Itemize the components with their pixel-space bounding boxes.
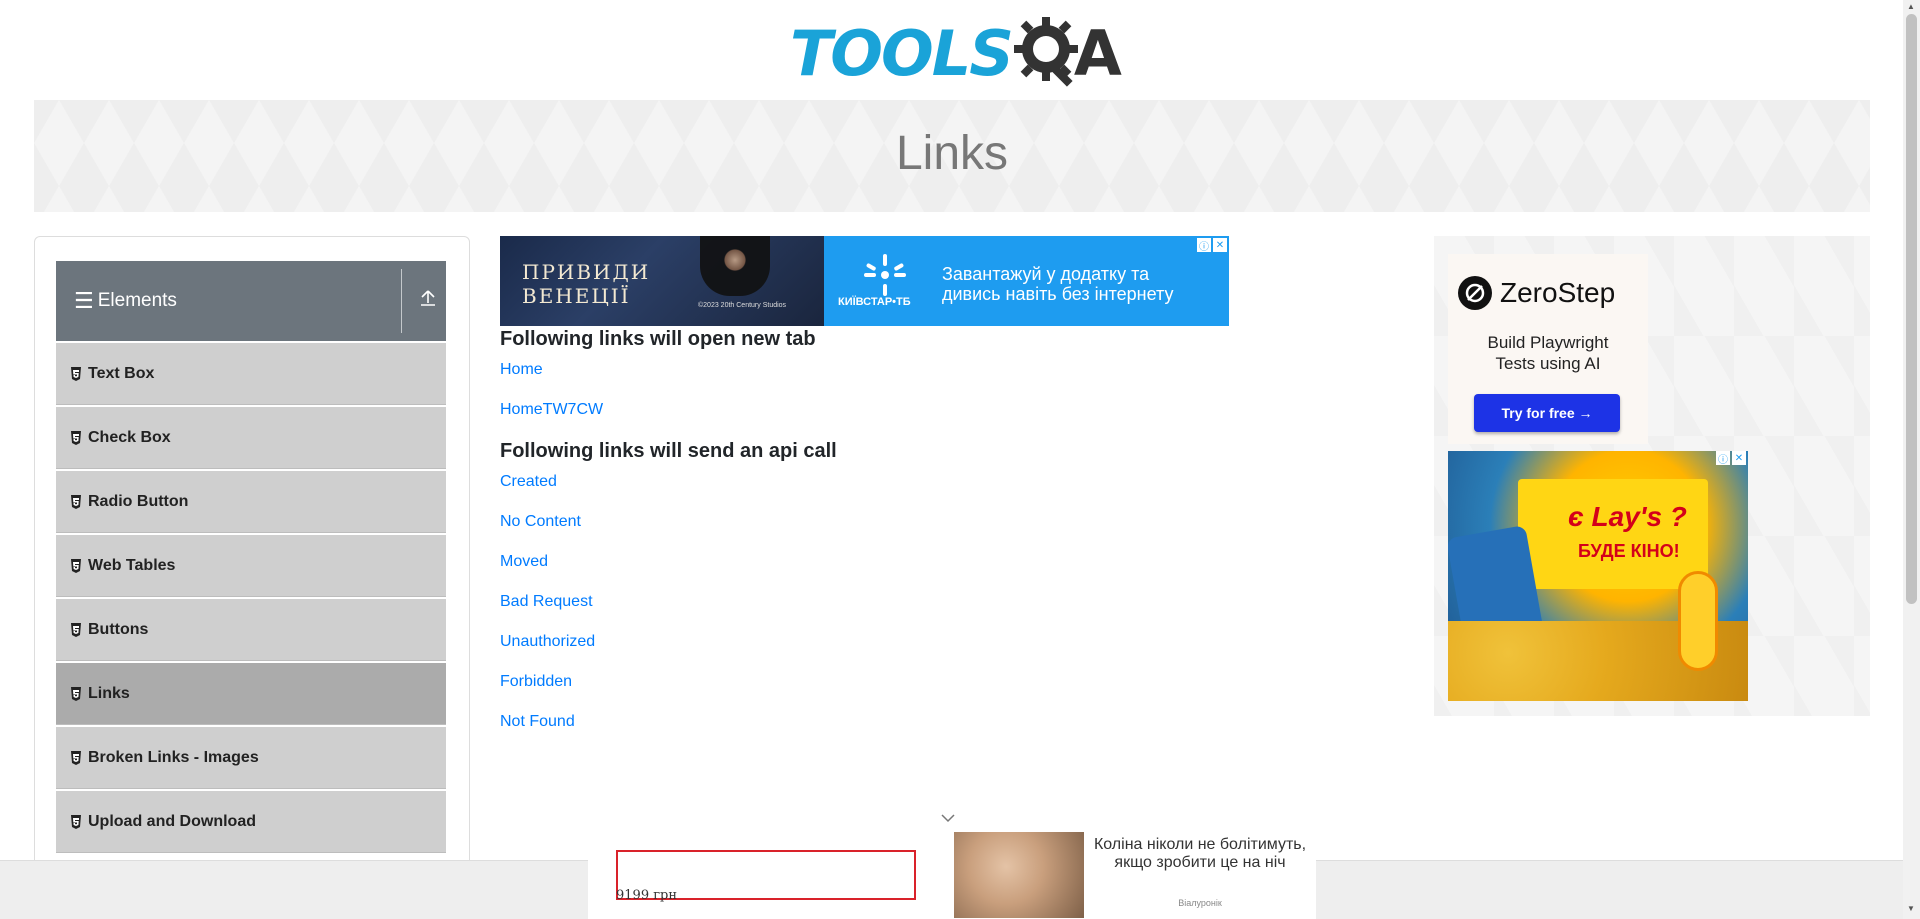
- ad-choices[interactable]: ⓘ ✕: [1197, 238, 1227, 253]
- sidebar-item-label: Check Box: [88, 428, 171, 446]
- logo-suffix: A: [1073, 16, 1122, 90]
- page-banner: Links: [34, 100, 1870, 212]
- knee-ad-image[interactable]: [954, 832, 1084, 918]
- sidebar-item-label: Broken Links - Images: [88, 748, 259, 766]
- zerostep-icon: [1458, 276, 1492, 310]
- logo-text: TOOLS: [790, 16, 1014, 90]
- sidebar-item-radio-button[interactable]: Radio Button: [56, 471, 446, 533]
- top-advertisement[interactable]: ПРИВИДИ ВЕНЕЦІЇ ©2023 20th Century Studi…: [500, 236, 1229, 326]
- html5-icon: [70, 814, 82, 829]
- lays-screen: [1518, 479, 1708, 589]
- movie-figure: [700, 236, 770, 296]
- elements-menu-list: Text Box Check Box Radio Button Web Tables B…: [56, 343, 446, 855]
- page-scrollbar[interactable]: ▲ ▼: [1903, 0, 1920, 919]
- html5-icon: [70, 430, 82, 445]
- bottom-advertisement[interactable]: 9199 грн Коліна ніколи не болітимуть, як…: [588, 830, 1316, 919]
- scrollbar-thumb[interactable]: [1906, 14, 1917, 604]
- new-tab-link-hometw7cw[interactable]: HomeTW7CW: [500, 401, 603, 419]
- new-tab-heading: Following links will open new tab: [500, 328, 816, 350]
- sidebar-item-label: Radio Button: [88, 492, 189, 510]
- zerostep-ad[interactable]: ZeroStep Build Playwright Tests using AI…: [1448, 254, 1648, 444]
- kyivstar-line1: Завантажуй у додатку та: [942, 264, 1150, 284]
- group-title: Elements: [97, 290, 177, 311]
- knee-ad-text[interactable]: Коліна ніколи не болітимуть, якщо зробит…: [1084, 832, 1316, 872]
- html5-icon: [70, 558, 82, 573]
- zerostep-logo: ZeroStep: [1458, 276, 1615, 310]
- sidebar-item-broken-links-images[interactable]: Broken Links - Images: [56, 727, 446, 789]
- sidebar-item-label: Text Box: [88, 364, 155, 382]
- sidebar-item-label: Links: [88, 684, 130, 702]
- chevron-down-icon[interactable]: [941, 812, 955, 826]
- html5-icon: [70, 686, 82, 701]
- scroll-up-arrow-icon[interactable]: ▲: [1907, 2, 1915, 11]
- elements-group-header[interactable]: ☰ Elements: [56, 261, 446, 341]
- sidebar-item-label: Buttons: [88, 620, 149, 638]
- sidebar-item-label: Upload and Download: [88, 812, 256, 830]
- sidebar-item-text-box[interactable]: Text Box: [56, 343, 446, 405]
- zerostep-tagline-line2: Tests using AI: [1495, 354, 1601, 373]
- api-link-moved[interactable]: Moved: [500, 553, 548, 571]
- api-link-bad-request[interactable]: Bad Request: [500, 593, 593, 611]
- toolsqa-logo[interactable]: TOOLS A: [790, 14, 1122, 92]
- collapse-arrow-icon[interactable]: [420, 289, 436, 312]
- header-divider: [401, 269, 402, 333]
- html5-icon: [70, 622, 82, 637]
- page-title: Links: [895, 127, 1009, 180]
- api-link-no-content[interactable]: No Content: [500, 513, 581, 531]
- lays-ad-close-icon[interactable]: ✕: [1732, 451, 1746, 465]
- html5-icon: [70, 366, 82, 381]
- kyivstar-brand: КИЇВСТАР•ТБ: [838, 296, 911, 308]
- sidebar-item-upload-and-download[interactable]: Upload and Download: [56, 791, 446, 853]
- movie-ad-image[interactable]: ПРИВИДИ ВЕНЕЦІЇ ©2023 20th Century Studi…: [500, 236, 824, 326]
- adchoices-info-icon[interactable]: ⓘ: [1197, 238, 1211, 253]
- api-link-forbidden[interactable]: Forbidden: [500, 673, 572, 691]
- sidebar-item-label: Web Tables: [88, 556, 176, 574]
- sidebar-item-links[interactable]: Links: [56, 663, 446, 725]
- kyivstar-line2: дивись навіть без інтернету: [942, 284, 1174, 304]
- html5-icon: [70, 750, 82, 765]
- movie-copyright: ©2023 20th Century Studios: [698, 302, 787, 309]
- lays-ad-choices[interactable]: ⓘ ✕: [1716, 451, 1746, 466]
- api-link-created[interactable]: Created: [500, 473, 557, 491]
- scroll-down-arrow-icon[interactable]: ▼: [1907, 904, 1915, 913]
- left-sidebar: ☰ Elements Text Box Check Box Radio Button…: [34, 236, 470, 919]
- sidebar-item-check-box[interactable]: Check Box: [56, 407, 446, 469]
- knee-ad-brand: Віалуронік: [1178, 898, 1222, 908]
- right-ad-column: ZeroStep Build Playwright Tests using AI…: [1434, 236, 1870, 716]
- movie-title-line2: ВЕНЕЦІЇ: [522, 284, 631, 308]
- page-root: TOOLS A Links ☰ Elements Text Box Check …: [0, 0, 1920, 919]
- hamburger-icon: ☰: [74, 288, 94, 313]
- lays-brand: є Lay's ?: [1568, 501, 1687, 532]
- try-for-free-button[interactable]: Try for free →: [1474, 394, 1620, 432]
- sidebar-item-web-tables[interactable]: Web Tables: [56, 535, 446, 597]
- zerostep-tagline-line1: Build Playwright: [1487, 333, 1609, 352]
- api-link-not-found[interactable]: Not Found: [500, 713, 575, 731]
- html5-icon: [70, 494, 82, 509]
- ad-close-icon[interactable]: ✕: [1213, 238, 1227, 252]
- movie-title-line1: ПРИВИДИ: [522, 260, 651, 284]
- gear-magnifier-icon: [1013, 15, 1080, 92]
- lays-adchoices-info-icon[interactable]: ⓘ: [1716, 451, 1730, 466]
- lays-remote: [1678, 571, 1718, 671]
- api-call-heading: Following links will send an api call: [500, 440, 837, 462]
- lays-ad[interactable]: є Lay's ? БУДЕ КІНО! ⓘ ✕: [1448, 451, 1748, 701]
- sidebar-item-buttons[interactable]: Buttons: [56, 599, 446, 661]
- api-link-unauthorized[interactable]: Unauthorized: [500, 633, 595, 651]
- zerostep-name: ZeroStep: [1500, 277, 1616, 308]
- kyivstar-ad[interactable]: КИЇВСТАР•ТБ Завантажуй у додатку та диви…: [824, 236, 1229, 326]
- zerostep-tagline: Build Playwright Tests using AI: [1448, 332, 1648, 374]
- ad-price: 9199 грн: [616, 888, 678, 903]
- lays-kino: БУДЕ КІНО!: [1578, 541, 1680, 561]
- new-tab-link-home[interactable]: Home: [500, 361, 543, 379]
